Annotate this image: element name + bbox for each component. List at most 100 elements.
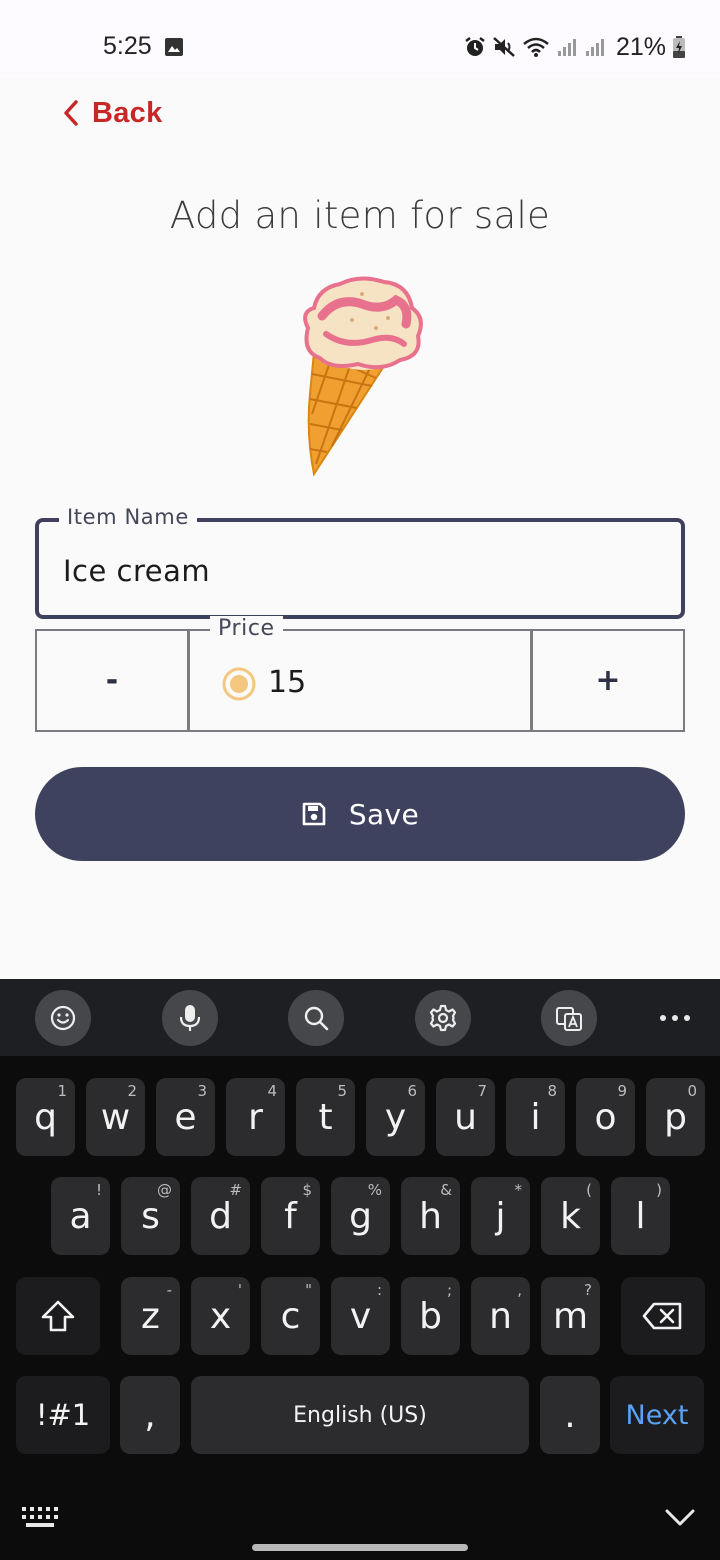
- key-k[interactable]: (k: [541, 1177, 600, 1255]
- key-q[interactable]: 1q: [16, 1078, 75, 1156]
- battery-percent: 21%: [615, 32, 666, 61]
- key-label: c: [280, 1295, 301, 1337]
- key-y[interactable]: 6y: [366, 1078, 425, 1156]
- back-label: Back: [92, 96, 163, 129]
- key-e[interactable]: 3e: [156, 1078, 215, 1156]
- emoji-button[interactable]: [35, 990, 91, 1046]
- page-title: Add an item for sale: [169, 194, 551, 237]
- key-i[interactable]: 8i: [506, 1078, 565, 1156]
- key-x[interactable]: ' x: [191, 1277, 250, 1355]
- key-hint: ,: [517, 1281, 522, 1299]
- price-stepper: - Price 15 +: [35, 616, 685, 732]
- next-key[interactable]: Next: [610, 1376, 704, 1454]
- translate-button[interactable]: [541, 990, 597, 1046]
- key-f[interactable]: $ f: [261, 1177, 320, 1255]
- key-hint: #: [229, 1181, 242, 1199]
- key-s[interactable]: @ s: [121, 1177, 180, 1255]
- key-z[interactable]: -z: [121, 1277, 180, 1355]
- key-label: m: [552, 1295, 589, 1337]
- backspace-icon: [642, 1302, 682, 1330]
- key-o[interactable]: 9o: [576, 1078, 635, 1156]
- key-label: v: [349, 1295, 372, 1337]
- key-r[interactable]: 4r: [226, 1078, 285, 1156]
- collapse-keyboard-icon[interactable]: [664, 1505, 696, 1529]
- shift-icon: [41, 1300, 75, 1332]
- key-t[interactable]: 5t: [296, 1078, 355, 1156]
- chevron-left-icon: [64, 100, 78, 126]
- comma-key[interactable]: ,: [120, 1376, 180, 1454]
- key-label: o: [594, 1096, 617, 1138]
- key-hint: ;: [446, 1281, 452, 1299]
- voice-input-button[interactable]: [162, 990, 218, 1046]
- key-hint: 2: [127, 1082, 137, 1100]
- key-label: s: [141, 1195, 160, 1237]
- key-hint: %: [367, 1181, 382, 1199]
- back-button[interactable]: Back: [60, 92, 163, 134]
- coin-icon: [222, 667, 256, 701]
- price-field[interactable]: Price 15: [188, 616, 532, 732]
- mute-icon: [493, 37, 515, 57]
- key-label: f: [284, 1195, 297, 1237]
- key-hint: ): [656, 1181, 662, 1199]
- key-g[interactable]: % g: [331, 1177, 390, 1255]
- key-label: r: [248, 1096, 263, 1138]
- key-v[interactable]: :v: [331, 1277, 390, 1355]
- key-hint: 6: [407, 1082, 417, 1100]
- key-c[interactable]: " c: [261, 1277, 320, 1355]
- key-n[interactable]: ,n: [471, 1277, 530, 1355]
- more-icon-dot: [684, 1015, 690, 1021]
- key-w[interactable]: 2w: [86, 1078, 145, 1156]
- period-key[interactable]: .: [540, 1376, 600, 1454]
- next-key-label: Next: [625, 1399, 689, 1431]
- key-hint: !: [95, 1181, 102, 1199]
- key-label: h: [419, 1195, 442, 1237]
- keyboard-switch-icon[interactable]: [22, 1507, 58, 1529]
- key-label: t: [318, 1096, 333, 1138]
- space-key[interactable]: English (US): [191, 1376, 529, 1454]
- key-hint: ": [305, 1281, 312, 1299]
- key-j[interactable]: * j: [471, 1177, 530, 1255]
- signal-icon: [585, 39, 604, 56]
- key-label: i: [530, 1096, 541, 1138]
- key-a[interactable]: ! a: [51, 1177, 110, 1255]
- key-m[interactable]: ? m: [541, 1277, 600, 1355]
- key-hint: 7: [477, 1082, 487, 1100]
- decrease-price-button[interactable]: -: [35, 629, 189, 732]
- key-hint: 3: [197, 1082, 207, 1100]
- key-hint: 5: [337, 1082, 347, 1100]
- key-hint: (: [586, 1181, 592, 1199]
- space-key-label: English (US): [293, 1402, 427, 1428]
- symbols-key[interactable]: !#1: [16, 1376, 110, 1454]
- key-hint: 9: [617, 1082, 627, 1100]
- item-name-field[interactable]: Item Name Ice cream: [35, 505, 685, 619]
- more-options-button[interactable]: [660, 1006, 690, 1030]
- key-label: l: [635, 1195, 646, 1237]
- price-label: Price: [210, 616, 283, 641]
- key-hint: *: [514, 1181, 523, 1199]
- shift-key[interactable]: [16, 1277, 100, 1355]
- key-b[interactable]: ; b: [401, 1277, 460, 1355]
- key-label: p: [664, 1096, 687, 1138]
- emoji-icon: [50, 1005, 76, 1031]
- alarm-icon: [465, 37, 485, 56]
- battery-charging-icon: [673, 36, 685, 58]
- increase-price-button[interactable]: +: [531, 629, 685, 732]
- key-hint: @: [157, 1181, 172, 1199]
- key-h[interactable]: & h: [401, 1177, 460, 1255]
- save-label: Save: [348, 797, 420, 831]
- symbols-key-label: !#1: [35, 1398, 91, 1432]
- key-d[interactable]: # d: [191, 1177, 250, 1255]
- key-p[interactable]: 0p: [646, 1078, 705, 1156]
- key-label: u: [454, 1096, 477, 1138]
- home-indicator[interactable]: [252, 1544, 468, 1551]
- save-button[interactable]: Save: [35, 767, 685, 861]
- key-hint: 0: [687, 1082, 697, 1100]
- keyboard-settings-button[interactable]: [415, 990, 471, 1046]
- key-l[interactable]: ) l: [611, 1177, 670, 1255]
- keyboard-search-button[interactable]: [288, 990, 344, 1046]
- item-name-input[interactable]: Ice cream: [63, 554, 210, 588]
- price-input[interactable]: 15: [268, 665, 306, 700]
- key-u[interactable]: 7u: [436, 1078, 495, 1156]
- backspace-key[interactable]: [621, 1277, 705, 1355]
- translate-icon: [556, 1007, 582, 1031]
